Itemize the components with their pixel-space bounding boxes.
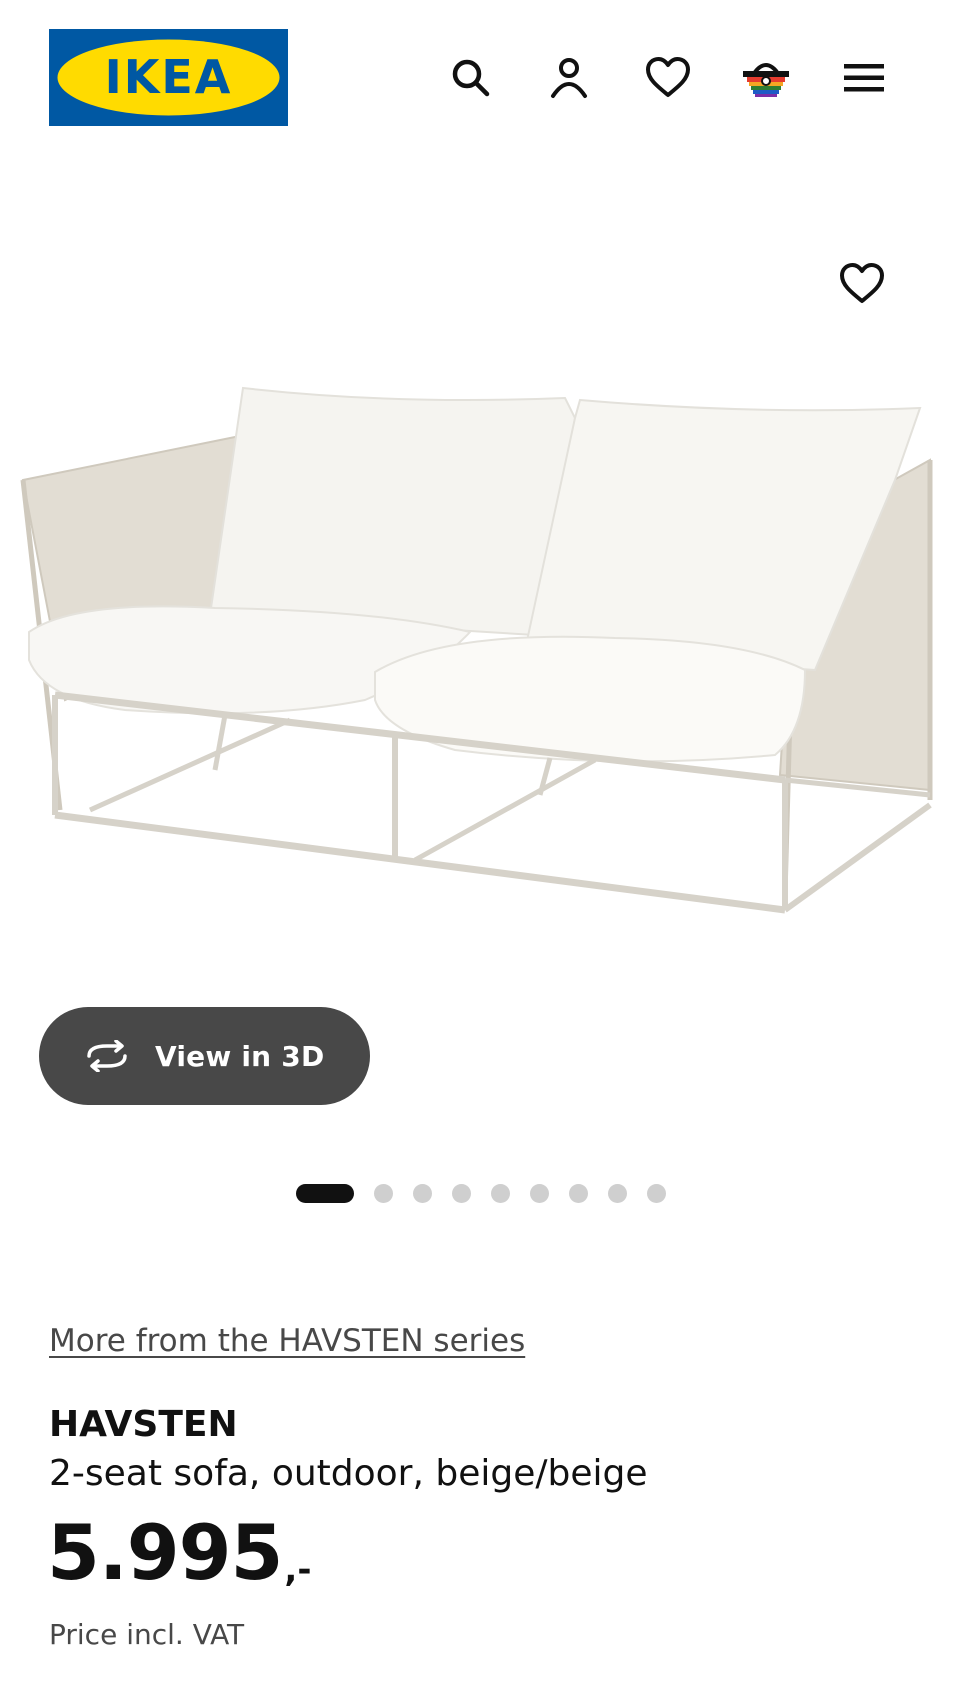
logo-text: IKEA [105, 50, 233, 104]
image-carousel-indicator [296, 1183, 686, 1203]
product-price: 5.995 ,- [47, 1515, 311, 1591]
carousel-dot[interactable] [491, 1183, 510, 1203]
user-icon[interactable] [541, 50, 597, 106]
product-page: IKEA View in 3D More from the HAVSTEN se… [0, 0, 960, 1689]
carousel-dot[interactable] [647, 1183, 666, 1203]
heart-icon[interactable] [640, 50, 696, 106]
product-description: 2-seat sofa, outdoor, beige/beige [49, 1453, 648, 1494]
price-main: 5.995 [47, 1508, 283, 1597]
carousel-dot[interactable] [374, 1183, 393, 1203]
series-link[interactable]: More from the HAVSTEN series [49, 1323, 525, 1359]
ikea-logo[interactable]: IKEA [49, 29, 288, 126]
carousel-dot-active[interactable] [296, 1183, 354, 1203]
carousel-dot[interactable] [530, 1183, 549, 1203]
site-header: IKEA [0, 0, 960, 150]
product-image[interactable] [15, 370, 945, 970]
carousel-dot[interactable] [413, 1183, 432, 1203]
search-icon[interactable] [443, 50, 499, 106]
rotate-3d-icon [81, 1036, 137, 1076]
view-in-3d-button[interactable]: View in 3D [39, 1007, 370, 1105]
carousel-dot[interactable] [569, 1183, 588, 1203]
price-vat-note: Price incl. VAT [49, 1618, 245, 1651]
carousel-dot[interactable] [452, 1183, 471, 1203]
hamburger-menu-icon[interactable] [836, 50, 892, 106]
carousel-dot[interactable] [608, 1183, 627, 1203]
add-to-favourites-icon[interactable] [832, 254, 892, 314]
shopping-basket-icon[interactable] [738, 50, 794, 106]
product-name: HAVSTEN [49, 1404, 238, 1445]
price-suffix: ,- [284, 1550, 312, 1590]
view-in-3d-label: View in 3D [155, 1039, 325, 1073]
